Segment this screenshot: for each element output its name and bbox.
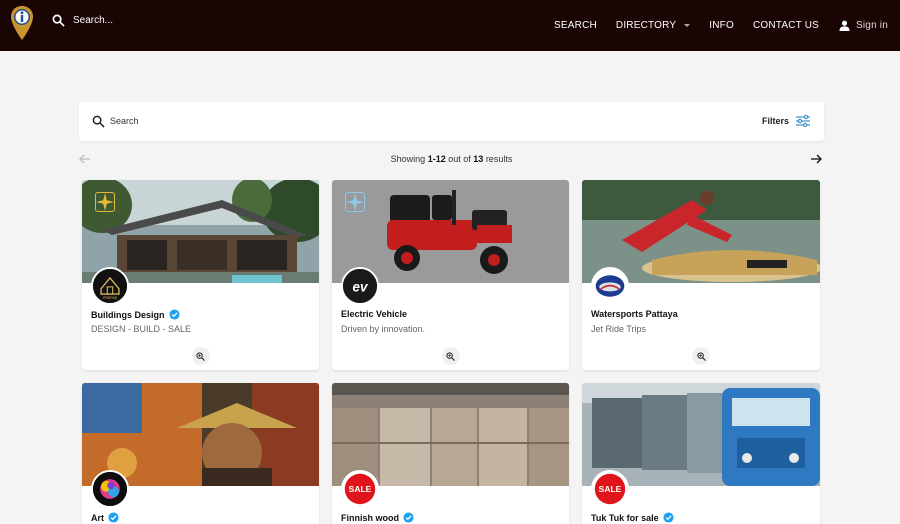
listing-subtitle: Driven by innovation. (341, 324, 426, 334)
featured-badge (95, 192, 115, 212)
nav-info[interactable]: INFO (709, 20, 734, 31)
nav-directory-label: DIRECTORY (615, 20, 677, 31)
search-icon (92, 115, 105, 128)
nav-search[interactable]: SEARCH (554, 20, 597, 31)
listing-title-text: Finnish wood (341, 512, 399, 523)
results-total: 13 (473, 154, 484, 164)
results-summary: Showing 1-12 out of 13 results (79, 154, 824, 164)
verified-check-icon (168, 309, 180, 320)
results-range: 1-12 (427, 154, 446, 164)
sparkle-icon (346, 193, 364, 211)
listing-title[interactable]: Electric Vehicle (341, 309, 407, 319)
zoom-button[interactable] (191, 347, 210, 365)
sliders-icon (796, 115, 810, 127)
featured-badge (345, 192, 365, 212)
listing-title[interactable]: Buildings Design (91, 309, 180, 320)
listing-card[interactable]: Art (82, 383, 319, 524)
verified-check-icon (663, 512, 674, 523)
listing-title-text: Tuk Tuk for sale (591, 512, 659, 523)
zoom-button[interactable] (692, 347, 710, 365)
listing-title[interactable]: Watersports Pattaya (591, 309, 678, 319)
listing-title-text: Buildings Design (91, 309, 165, 320)
verified-check-icon (108, 512, 119, 523)
avatar-text: SALE (599, 484, 622, 494)
zoom-button[interactable] (441, 347, 460, 365)
arrow-right-icon[interactable] (810, 153, 822, 165)
listing-image (582, 383, 820, 486)
avatar: ev (341, 267, 379, 305)
avatar-text: SALE (349, 484, 372, 494)
header-search-placeholder: Search... (73, 15, 114, 26)
listing-title[interactable]: Tuk Tuk for sale (591, 512, 674, 523)
listing-subtitle: DESIGN - BUILD - SALE (91, 324, 192, 334)
zoom-in-icon (696, 351, 706, 361)
signin-label: Sign in (856, 20, 888, 31)
listing-image (582, 180, 820, 283)
filters-button[interactable]: Filters (762, 115, 810, 127)
listing-card[interactable]: Watersports Pattaya Jet Ride Trips (582, 180, 820, 370)
listing-card[interactable]: PREFAB Buildings Design DESIGN - BUILD -… (82, 180, 319, 370)
zoom-in-icon (196, 351, 205, 361)
listing-title[interactable]: Art (91, 512, 119, 523)
avatar (91, 470, 129, 508)
listing-image (82, 180, 319, 283)
avatar-text: ev (353, 279, 369, 294)
site-logo-icon[interactable] (10, 5, 34, 41)
pagination: Showing 1-12 out of 13 results (79, 152, 824, 168)
search-input-label[interactable]: Search (110, 116, 139, 126)
avatar (591, 267, 629, 305)
top-navbar: Search... SEARCH DIRECTORY INFO CONTACT … (0, 0, 900, 51)
verified-check-icon (403, 512, 414, 523)
filters-label: Filters (761, 116, 789, 126)
nav-directory[interactable]: DIRECTORY (615, 20, 691, 31)
avatar: SALE (341, 470, 379, 508)
header-search[interactable]: Search... (52, 14, 113, 27)
listing-card[interactable]: SALE Finnish wood (332, 383, 569, 524)
avatar: SALE (591, 470, 629, 508)
nav-contact-us[interactable]: CONTACT US (753, 20, 819, 31)
listing-search-bar[interactable]: Search Filters (79, 102, 824, 141)
zoom-in-icon (446, 351, 455, 361)
search-icon (52, 14, 65, 27)
main-nav: SEARCH DIRECTORY INFO CONTACT US Sign in (535, 0, 888, 51)
listing-image (82, 383, 319, 486)
user-icon (839, 20, 850, 31)
results-middle: out of (448, 154, 471, 164)
results-prefix: Showing (390, 154, 426, 164)
listing-title-text: Watersports Pattaya (591, 309, 678, 319)
listing-subtitle: Jet Ride Trips (591, 324, 647, 334)
chevron-down-icon (684, 24, 691, 27)
listing-title[interactable]: Finnish wood (341, 512, 414, 523)
listing-title-text: Art (91, 512, 104, 523)
signin-link[interactable]: Sign in (839, 20, 888, 31)
avatar: PREFAB (91, 267, 129, 305)
sparkle-icon (96, 193, 114, 211)
listing-image (332, 180, 569, 283)
listing-title-text: Electric Vehicle (341, 309, 408, 319)
avatar-text: PREFAB (103, 296, 118, 300)
listing-image (332, 383, 569, 486)
results-suffix: results (485, 154, 513, 164)
listing-card[interactable]: ev Electric Vehicle Driven by innovation… (332, 180, 569, 370)
listing-card[interactable]: SALE Tuk Tuk for sale (582, 383, 820, 524)
